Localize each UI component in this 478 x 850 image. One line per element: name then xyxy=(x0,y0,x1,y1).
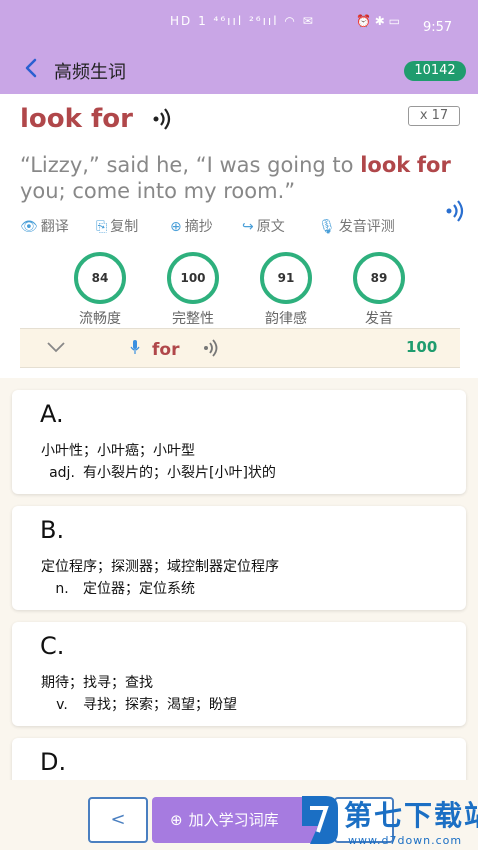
app-bar: 高频生词 10142 xyxy=(0,44,478,94)
headword: look for xyxy=(20,104,133,134)
word-card: look for x 17 “Lizzy,” said he, “I was g… xyxy=(0,94,478,378)
result-word: for xyxy=(152,340,180,360)
score-ring: 91 xyxy=(260,252,312,304)
share-icon: ↪ xyxy=(242,219,254,235)
score-label: 完整性 xyxy=(172,311,214,327)
score-ring: 89 xyxy=(353,252,405,304)
watermark-url: www.d7down.com xyxy=(348,834,463,847)
copy-icon: ⎘ xyxy=(96,219,108,235)
score-label: 流畅度 xyxy=(79,311,121,327)
back-arrow-icon[interactable] xyxy=(20,54,42,82)
result-score: 100 xyxy=(406,338,438,356)
option-letter: C. xyxy=(40,632,65,660)
option-definition: 小叶性；小叶癌；小叶型 xyxy=(41,443,195,459)
score-fluency: 84 流畅度 xyxy=(60,252,140,328)
option-letter: D. xyxy=(40,748,67,776)
eye-icon: 👁 xyxy=(20,219,38,235)
watermark: 第七下载站 www.d7down.com xyxy=(296,788,478,850)
option-a[interactable]: A. 小叶性；小叶癌；小叶型 adj. 有小裂片的；小裂片[小叶]状的 xyxy=(12,390,466,494)
watermark-text: 第七下载站 xyxy=(344,799,478,832)
signal-icons: HD 1 ⁴⁶ııl ²⁶ııl ◠ ✉ xyxy=(170,14,315,28)
example-sentence: “Lizzy,” said he, “I was going to look f… xyxy=(20,153,451,203)
plus-circle-icon: ⊕ xyxy=(170,811,183,829)
option-b[interactable]: B. 定位程序；探测器；域控制器定位程序 n. 定位器；定位系统 xyxy=(12,506,466,610)
option-definition: 期待；找寻；查找 xyxy=(41,675,153,691)
speaker-icon[interactable] xyxy=(202,337,224,359)
previous-button[interactable]: < xyxy=(88,797,148,843)
score-completeness: 100 完整性 xyxy=(153,252,233,328)
mic-icon: 🎙 xyxy=(318,219,336,235)
page-title: 高频生词 xyxy=(54,62,126,83)
option-pos-definition: n. 定位器；定位系统 xyxy=(55,581,195,597)
score-prosody: 91 韵律感 xyxy=(246,252,326,328)
score-ring: 84 xyxy=(74,252,126,304)
plus-circle-icon: ⊕ xyxy=(170,219,182,235)
chevron-down-icon[interactable] xyxy=(46,337,66,357)
status-bar: HD 1 ⁴⁶ııl ²⁶ııl ◠ ✉ ⏰ ✱ ▭ 9:57 xyxy=(0,0,478,44)
word-result-row: for 100 xyxy=(20,328,460,368)
option-pos-definition: adj. 有小裂片的；小裂片[小叶]状的 xyxy=(49,465,276,481)
pronunciation-eval-action[interactable]: 🎙 发音评测 xyxy=(318,216,395,236)
option-c[interactable]: C. 期待；找寻；查找 v. 寻找；探索；渴望；盼望 xyxy=(12,622,466,726)
option-pos-definition: v. 寻找；探索；渴望；盼望 xyxy=(56,697,237,713)
sentence-speaker-icon[interactable] xyxy=(444,198,470,224)
score-label: 发音 xyxy=(365,311,393,327)
mic-icon[interactable] xyxy=(130,339,140,355)
excerpt-action[interactable]: ⊕ 摘抄 xyxy=(170,216,213,236)
system-icons: ⏰ ✱ ▭ xyxy=(356,14,400,28)
repeat-count-badge: x 17 xyxy=(408,106,460,126)
clock: 9:57 xyxy=(423,20,453,35)
copy-action[interactable]: ⎘ 复制 xyxy=(96,216,138,236)
watermark-logo-icon xyxy=(302,796,338,844)
option-definition: 定位程序；探测器；域控制器定位程序 xyxy=(41,559,279,575)
score-label: 韵律感 xyxy=(265,311,307,327)
source-action[interactable]: ↪ 原文 xyxy=(242,216,285,236)
option-letter: A. xyxy=(40,400,64,428)
option-letter: B. xyxy=(40,516,65,544)
score-ring: 100 xyxy=(167,252,219,304)
translate-action[interactable]: 👁 翻译 xyxy=(20,216,69,236)
word-count-badge: 10142 xyxy=(404,61,466,81)
score-pronunciation: 89 发音 xyxy=(339,252,419,328)
speaker-icon[interactable] xyxy=(150,106,178,132)
